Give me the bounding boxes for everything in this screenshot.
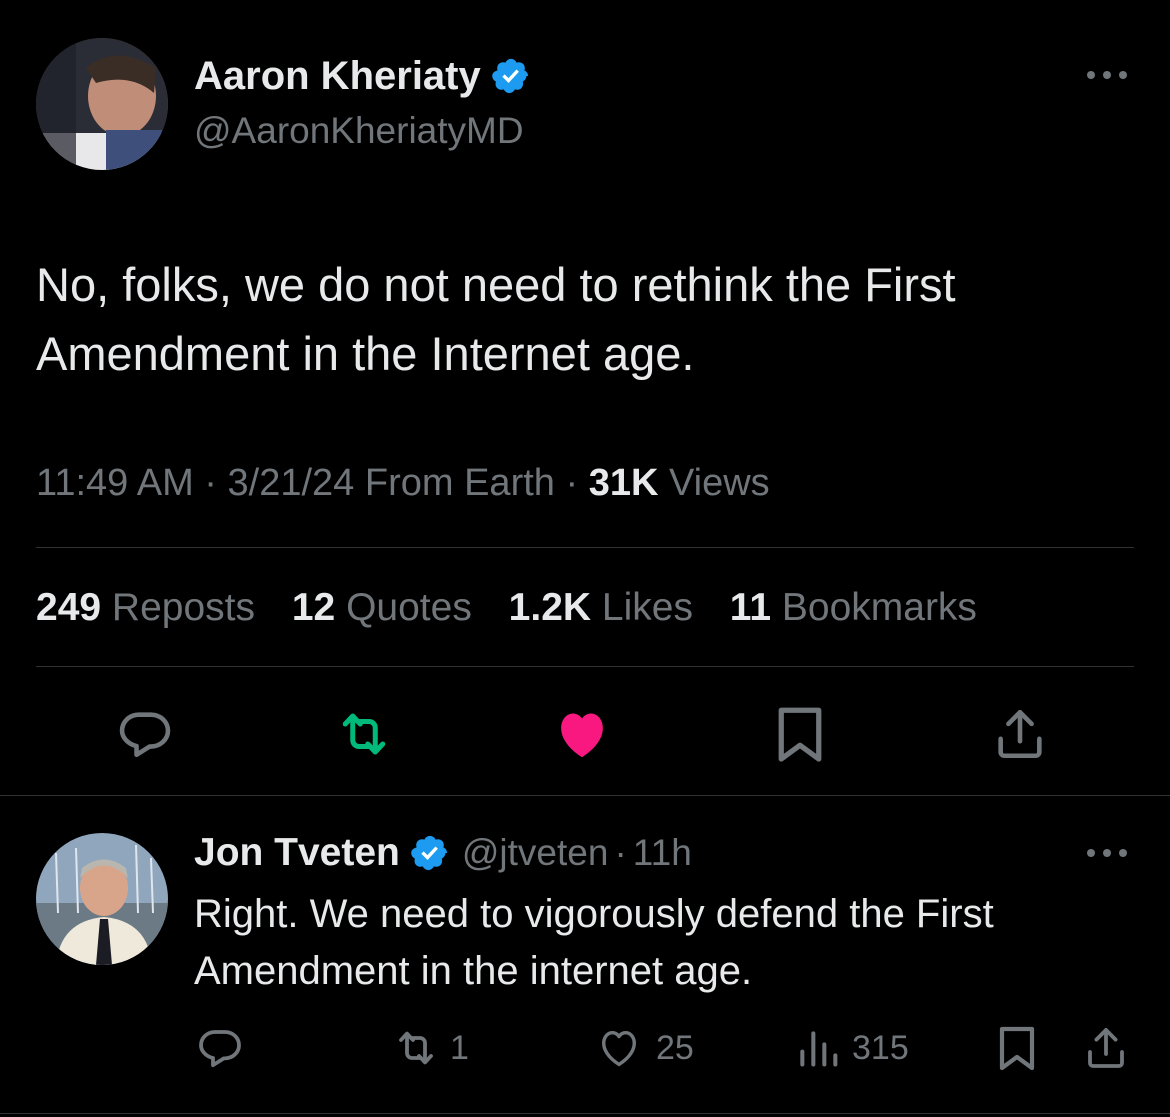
post-date[interactable]: 3/21/24 [228,462,355,504]
separator: · [614,832,627,873]
author-name[interactable]: Aaron Kheriaty [194,54,481,99]
avatar-image [36,38,168,170]
reply-text-line: Amendment in the internet age. [194,949,753,993]
stat-label: Quotes [346,586,472,629]
reply-views-action[interactable]: 315 [796,1022,909,1074]
share-icon[interactable] [1080,1022,1132,1074]
more-icon[interactable] [1082,838,1132,868]
separator: · [204,462,217,504]
views-count: 31K [588,462,659,504]
stat-count: 12 [291,586,336,629]
avatar-image [36,833,168,965]
reply-repost-action[interactable]: 1 [390,1022,469,1074]
author-avatar[interactable] [36,38,168,170]
like-icon [594,1025,644,1071]
post-text-line: No, folks, we do not need to rethink the… [36,258,956,311]
stat-count: 1.2K [508,586,592,629]
stat-label: Likes [601,586,693,629]
stat-count: 249 [36,586,102,629]
post-time[interactable]: 11:49 AM [36,462,194,504]
reply-icon[interactable] [113,702,177,766]
verified-badge-icon [491,56,531,96]
repost-count: 1 [450,1028,469,1067]
divider [36,666,1134,667]
bookmark-icon[interactable] [994,1022,1040,1074]
repost-icon[interactable] [330,702,398,766]
bookmark-icon[interactable] [768,702,832,766]
stat-label: Bookmarks [781,586,977,629]
stat-reposts[interactable]: 249 Reposts [36,586,255,630]
like-count: 25 [656,1028,694,1067]
divider [0,1113,1170,1114]
reply-author-avatar[interactable] [36,833,168,965]
like-icon[interactable] [548,702,616,766]
stat-label: Reposts [111,586,255,629]
reply-text: Right. We need to vigorously defend the … [194,886,994,1000]
reply-text-line: Right. We need to vigorously defend the … [194,892,994,936]
verified-badge-icon [410,833,450,873]
reply-like-action[interactable]: 25 [594,1022,694,1074]
views-count: 315 [852,1028,909,1067]
stat-quotes[interactable]: 12 Quotes [292,586,472,630]
engagement-stats: 249 Reposts 12 Quotes 1.2K Likes 11 Book… [36,586,1003,630]
reply-author-name[interactable]: Jon Tveten [194,831,400,875]
stat-likes[interactable]: 1.2K Likes [509,586,693,630]
separator: · [565,462,579,504]
divider [0,795,1170,796]
divider [36,547,1134,548]
author-handle[interactable]: @AaronKheriatyMD [194,110,524,152]
post-text-line: Amendment in the Internet age. [36,327,695,380]
reply-author-handle[interactable]: @jtveten [462,832,609,874]
reply-icon[interactable] [192,1022,248,1074]
views-icon [796,1026,838,1070]
post-meta: 11:49 AM · 3/21/24 From Earth · 31K View… [36,462,770,505]
stat-count: 11 [729,586,772,629]
repost-icon [390,1024,442,1072]
reply-age[interactable]: 11h [633,832,692,874]
stat-bookmarks[interactable]: 11 Bookmarks [730,586,977,630]
more-icon[interactable] [1082,60,1132,90]
post-text: No, folks, we do not need to rethink the… [36,250,956,388]
share-icon[interactable] [988,702,1052,766]
views-label: Views [668,462,770,504]
post-source: From Earth [364,462,555,504]
